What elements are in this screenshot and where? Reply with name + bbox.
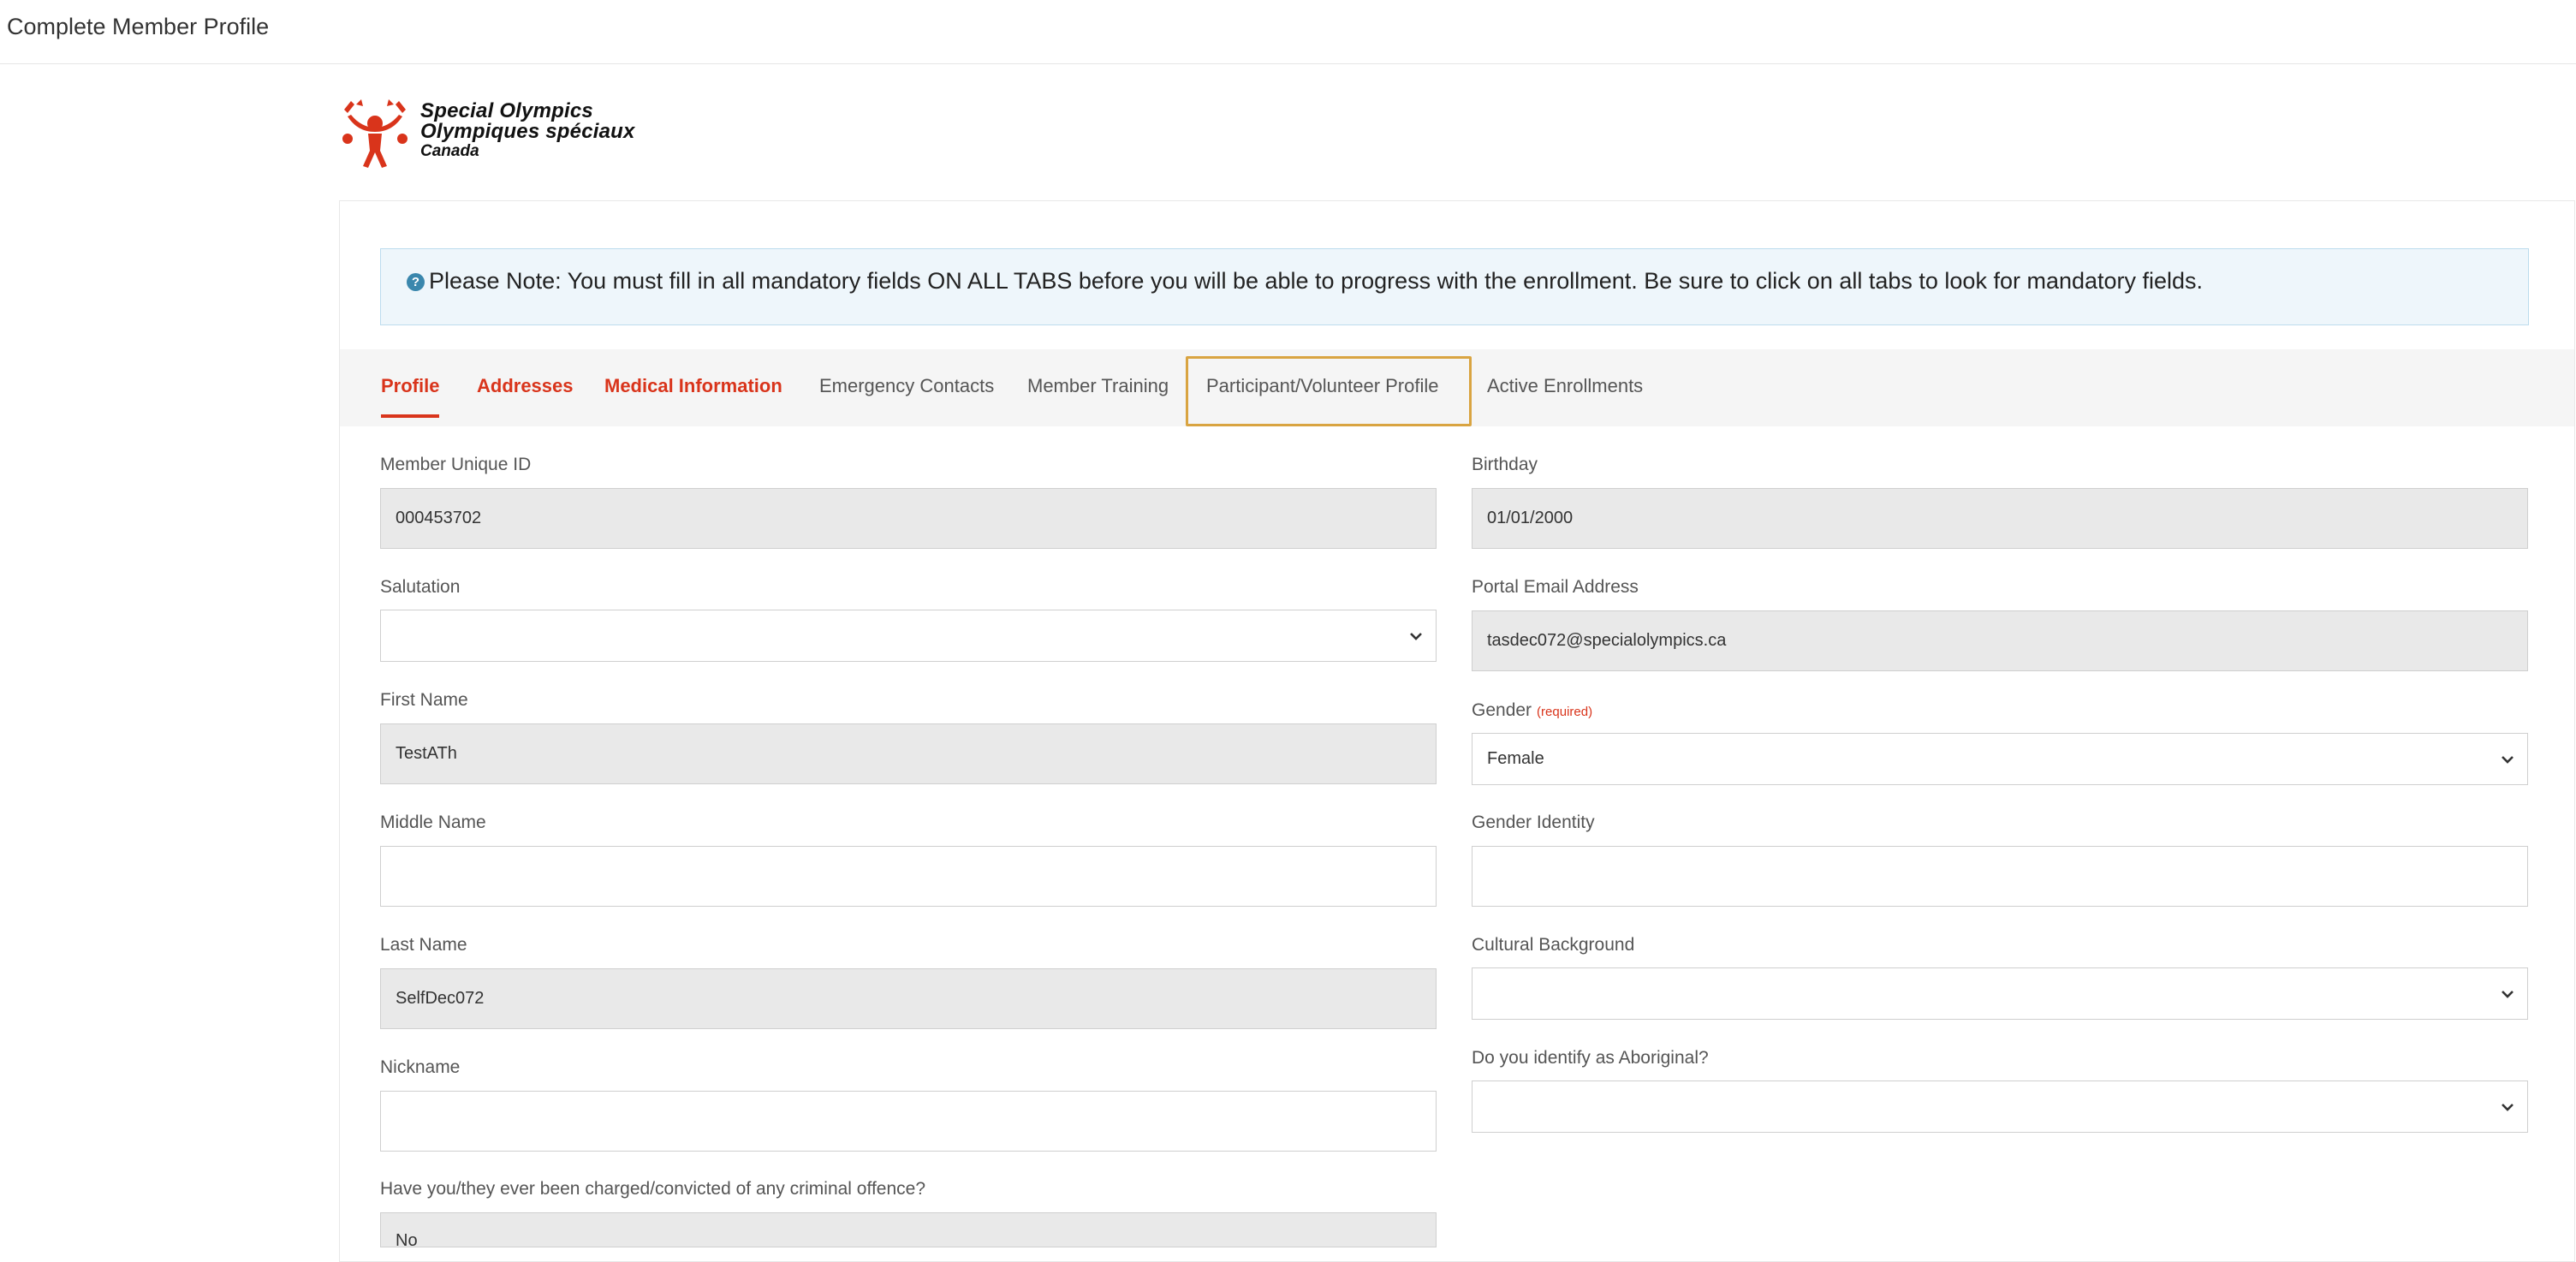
last-name-value: SelfDec072: [396, 989, 485, 1008]
middle-name-label: Middle Name: [380, 813, 486, 832]
first-name-label: First Name: [380, 690, 468, 710]
criminal-offence-label: Have you/they ever been charged/convicte…: [380, 1179, 925, 1199]
notice-text: Please Note: You must fill in all mandat…: [429, 268, 2204, 294]
gender-required-tag: (required): [1537, 705, 1593, 719]
birthday-label: Birthday: [1472, 455, 1538, 474]
member-id-label: Member Unique ID: [380, 455, 532, 474]
last-name-field[interactable]: SelfDec072: [380, 968, 1437, 1029]
question-circle-icon: ?: [407, 273, 425, 291]
criminal-offence-field[interactable]: No: [380, 1212, 1437, 1250]
member-id-value: 000453702: [396, 509, 482, 527]
gender-identity-field[interactable]: [1472, 846, 2528, 907]
nickname-label: Nickname: [380, 1057, 461, 1077]
last-name-label: Last Name: [380, 935, 467, 955]
gender-label-text: Gender: [1472, 700, 1532, 720]
aboriginal-select[interactable]: [1472, 1080, 2528, 1133]
tab-active-enrollments[interactable]: Active Enrollments: [1487, 375, 1643, 397]
gender-value: Female: [1487, 749, 1544, 768]
cultural-background-label: Cultural Background: [1472, 935, 1635, 955]
page-title: Complete Member Profile: [7, 14, 270, 39]
chevron-down-icon: [2502, 990, 2514, 998]
member-id-field[interactable]: 000453702: [380, 488, 1437, 549]
torch-figure-icon: [342, 99, 408, 168]
birthday-field[interactable]: 01/01/2000: [1472, 488, 2528, 549]
portal-email-field[interactable]: tasdec072@specialolympics.ca: [1472, 610, 2528, 671]
cultural-background-select[interactable]: [1472, 967, 2528, 1020]
logo-line-3: Canada: [420, 142, 479, 160]
gender-label: Gender (required): [1472, 700, 1592, 721]
chevron-down-icon: [1410, 632, 1422, 640]
aboriginal-label: Do you identify as Aboriginal?: [1472, 1048, 1709, 1068]
tab-member-training[interactable]: Member Training: [1027, 375, 1169, 397]
salutation-select[interactable]: [380, 610, 1437, 662]
birthday-value: 01/01/2000: [1487, 509, 1574, 527]
tab-addresses[interactable]: Addresses: [477, 375, 574, 397]
criminal-offence-value: No: [396, 1231, 418, 1250]
tab-emergency-contacts[interactable]: Emergency Contacts: [819, 375, 994, 397]
nickname-field[interactable]: [380, 1091, 1437, 1152]
tab-focus-highlight: [1186, 356, 1472, 426]
top-bar: Complete Member Profile: [0, 0, 2576, 64]
middle-name-field[interactable]: [380, 846, 1437, 907]
tab-profile[interactable]: Profile: [381, 375, 440, 418]
gender-select[interactable]: Female: [1472, 733, 2528, 785]
salutation-label: Salutation: [380, 577, 461, 597]
first-name-field[interactable]: TestATh: [380, 723, 1437, 784]
chevron-down-icon: [2502, 755, 2514, 764]
logo-line-2: Olympiques spéciaux: [420, 120, 635, 143]
special-olympics-logo: Special Olympics Olympiques spéciaux Can…: [339, 94, 699, 171]
portal-email-value: tasdec072@specialolympics.ca: [1487, 631, 1727, 650]
chevron-down-icon: [2502, 1103, 2514, 1111]
gender-identity-label: Gender Identity: [1472, 813, 1595, 832]
tab-medical-information[interactable]: Medical Information: [604, 375, 782, 397]
first-name-value: TestATh: [396, 744, 457, 763]
notice-banner: ? Please Note: You must fill in all mand…: [380, 248, 2529, 325]
portal-email-label: Portal Email Address: [1472, 577, 1639, 597]
